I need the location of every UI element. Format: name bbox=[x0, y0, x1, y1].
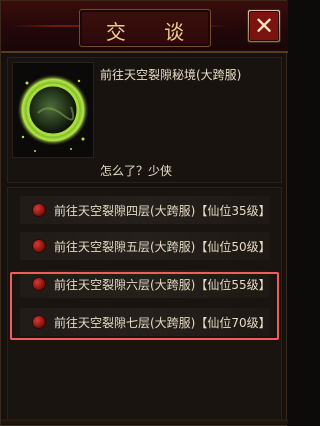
npc-dialog-text: 怎么了？少侠 bbox=[100, 164, 173, 178]
npc-info-panel: 前往天空裂隙秘境(大跨服) 怎么了？少侠 bbox=[7, 57, 282, 183]
option-row-1[interactable]: 前往天空裂隙四层(大跨服)【仙位35级】 bbox=[20, 196, 271, 224]
window-title: 交 谈 bbox=[105, 20, 201, 44]
dialog-window: 交 谈 ✕ 前往天空裂隙秘境(大跨服) 怎么了？少侠 前往天空裂隙四层(大跨服)… bbox=[0, 0, 288, 426]
npc-name: 前往天空裂隙秘境(大跨服) bbox=[100, 68, 242, 82]
dialog-options-list: 前往天空裂隙四层(大跨服)【仙位35级】 前往天空裂隙五层(大跨服)【仙位50级… bbox=[7, 187, 282, 423]
red-orb-icon bbox=[32, 239, 46, 253]
option-label[interactable]: 前往天空裂隙五层(大跨服)【仙位50级】 bbox=[54, 238, 271, 255]
highlight-box bbox=[10, 272, 279, 340]
glowing-portal-icon bbox=[13, 63, 93, 157]
bottom-border bbox=[1, 419, 288, 425]
npc-portrait bbox=[12, 62, 94, 158]
close-icon[interactable]: ✕ bbox=[249, 11, 279, 41]
option-row-2[interactable]: 前往天空裂隙五层(大跨服)【仙位50级】 bbox=[20, 232, 271, 260]
title-bar: 交 谈 ✕ bbox=[1, 1, 288, 53]
close-button[interactable]: ✕ bbox=[247, 9, 281, 43]
option-label[interactable]: 前往天空裂隙四层(大跨服)【仙位35级】 bbox=[54, 202, 271, 219]
title-plaque: 交 谈 bbox=[79, 9, 211, 47]
red-orb-icon bbox=[32, 203, 46, 217]
